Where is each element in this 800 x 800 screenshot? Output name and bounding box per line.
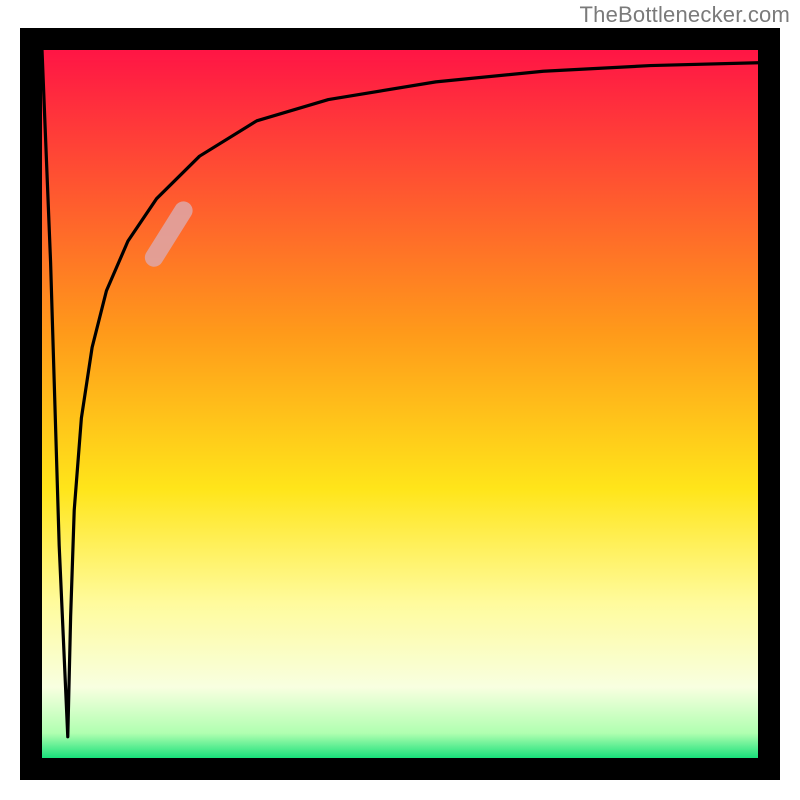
plot-background: [42, 50, 758, 758]
watermark-text: TheBottlenecker.com: [580, 2, 790, 28]
chart-svg: [0, 0, 800, 800]
chart-root: TheBottlenecker.com: [0, 0, 800, 800]
